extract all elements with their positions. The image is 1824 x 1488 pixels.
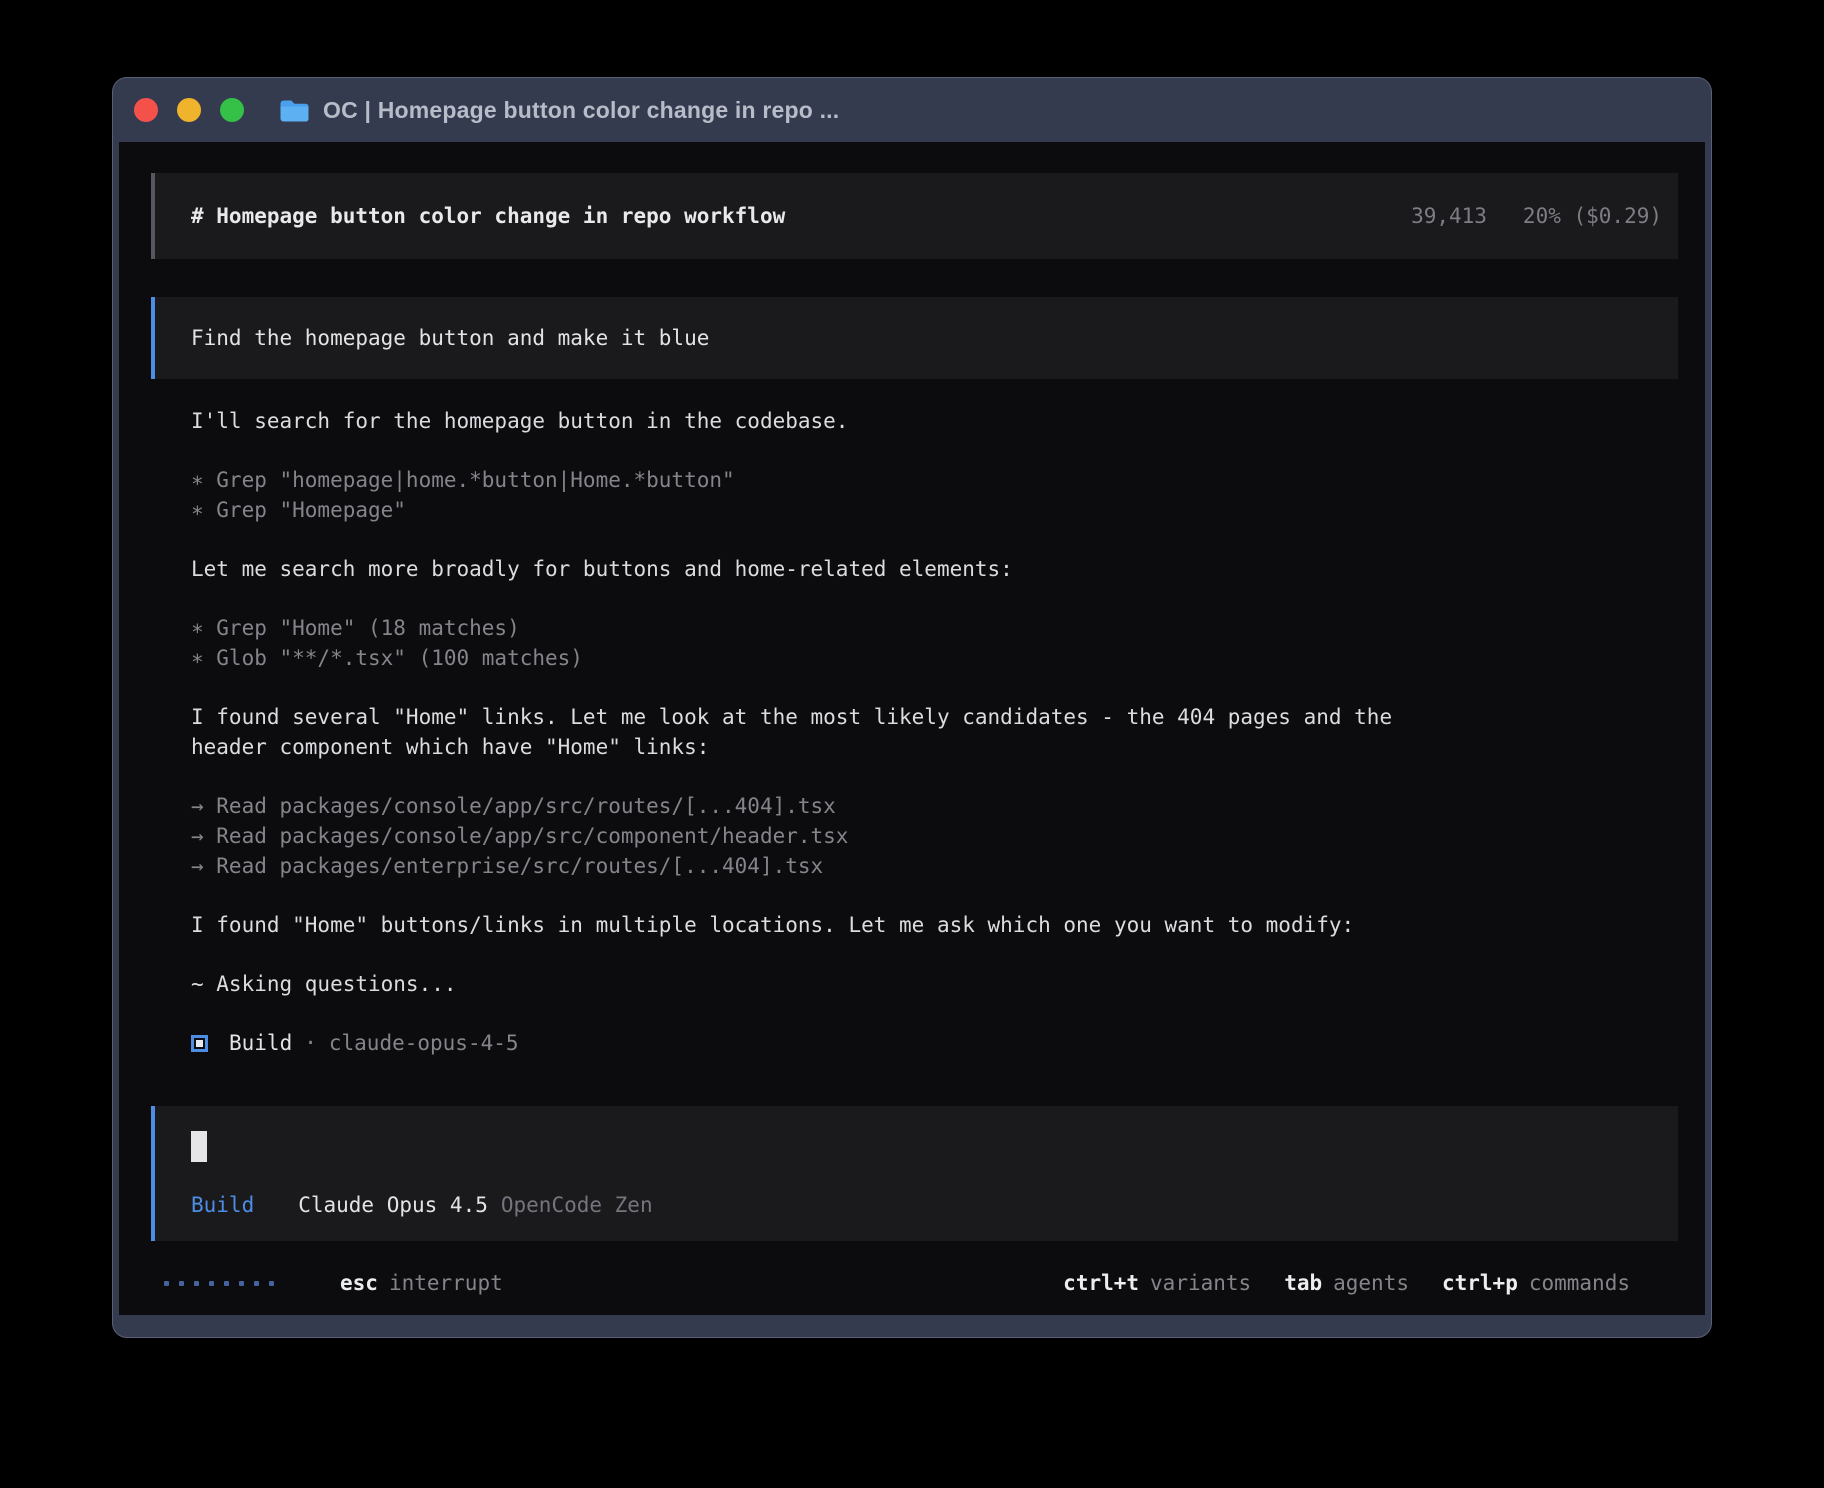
input-agent-label: Build [191,1193,254,1217]
user-message-text: Find the homepage button and make it blu… [191,323,709,353]
fullscreen-button[interactable] [220,98,244,122]
context-usage: 20% ($0.29) [1523,204,1662,228]
window-title: OC | Homepage button color change in rep… [323,97,839,124]
traffic-lights [134,98,244,122]
tool-call-grep: ∗ Grep "Home" (18 matches) [191,613,1638,643]
tool-call-read: → Read packages/enterprise/src/routes/[.… [191,851,1638,881]
input-model-label: Claude Opus 4.5 [298,1193,488,1217]
assistant-text: I found several "Home" links. Let me loo… [191,702,1411,762]
tool-call-read: → Read packages/console/app/src/routes/[… [191,791,1638,821]
session-title: # Homepage button color change in repo w… [191,201,785,231]
square-in-square-icon [191,1035,208,1052]
session-stats: 39,413 20% ($0.29) [1411,201,1662,231]
prompt-input[interactable]: Build Claude Opus 4.5 OpenCode Zen [151,1106,1678,1241]
tool-call-grep: ∗ Grep "homepage|home.*button|Home.*butt… [191,465,1638,495]
titlebar[interactable]: OC | Homepage button color change in rep… [113,78,1711,142]
input-meta: Build Claude Opus 4.5 OpenCode Zen [191,1190,653,1220]
keybind-esc: escinterrupt [340,1268,503,1298]
keybind-commands: ctrl+pcommands [1442,1268,1630,1298]
blue-dots-spinner [164,1281,274,1286]
separator-dot: · [304,1028,317,1058]
assistant-text: I found "Home" buttons/links in multiple… [191,910,1411,940]
keybind-agents: tabagents [1284,1268,1409,1298]
status-bar: escinterrupt ctrl+tvariants tabagents ct… [164,1268,1678,1298]
agent-name: Build [229,1028,292,1058]
tool-call-glob: ∗ Glob "**/*.tsx" (100 matches) [191,643,1638,673]
text-cursor [191,1131,207,1162]
input-provider-label: OpenCode Zen [501,1193,653,1217]
terminal-window: OC | Homepage button color change in rep… [112,77,1712,1338]
token-count: 39,413 [1411,204,1487,228]
assistant-response: I'll search for the homepage button in t… [191,406,1638,1058]
agent-status-line: Build · claude-opus-4-5 [191,1028,1638,1058]
tool-call-grep: ∗ Grep "Homepage" [191,495,1638,525]
assistant-text: Let me search more broadly for buttons a… [191,554,1638,584]
close-button[interactable] [134,98,158,122]
tool-call-read: → Read packages/console/app/src/componen… [191,821,1638,851]
folder-icon [279,98,310,123]
user-message: Find the homepage button and make it blu… [151,297,1678,379]
session-header: # Homepage button color change in repo w… [151,173,1678,259]
keybind-variants: ctrl+tvariants [1063,1268,1251,1298]
asking-questions-status: ~ Asking questions... [191,969,1638,999]
window-bottom-edge [113,1315,1711,1337]
assistant-text: I'll search for the homepage button in t… [191,406,1638,436]
terminal-content: # Homepage button color change in repo w… [119,142,1705,1315]
agent-model: claude-opus-4-5 [329,1028,519,1058]
minimize-button[interactable] [177,98,201,122]
